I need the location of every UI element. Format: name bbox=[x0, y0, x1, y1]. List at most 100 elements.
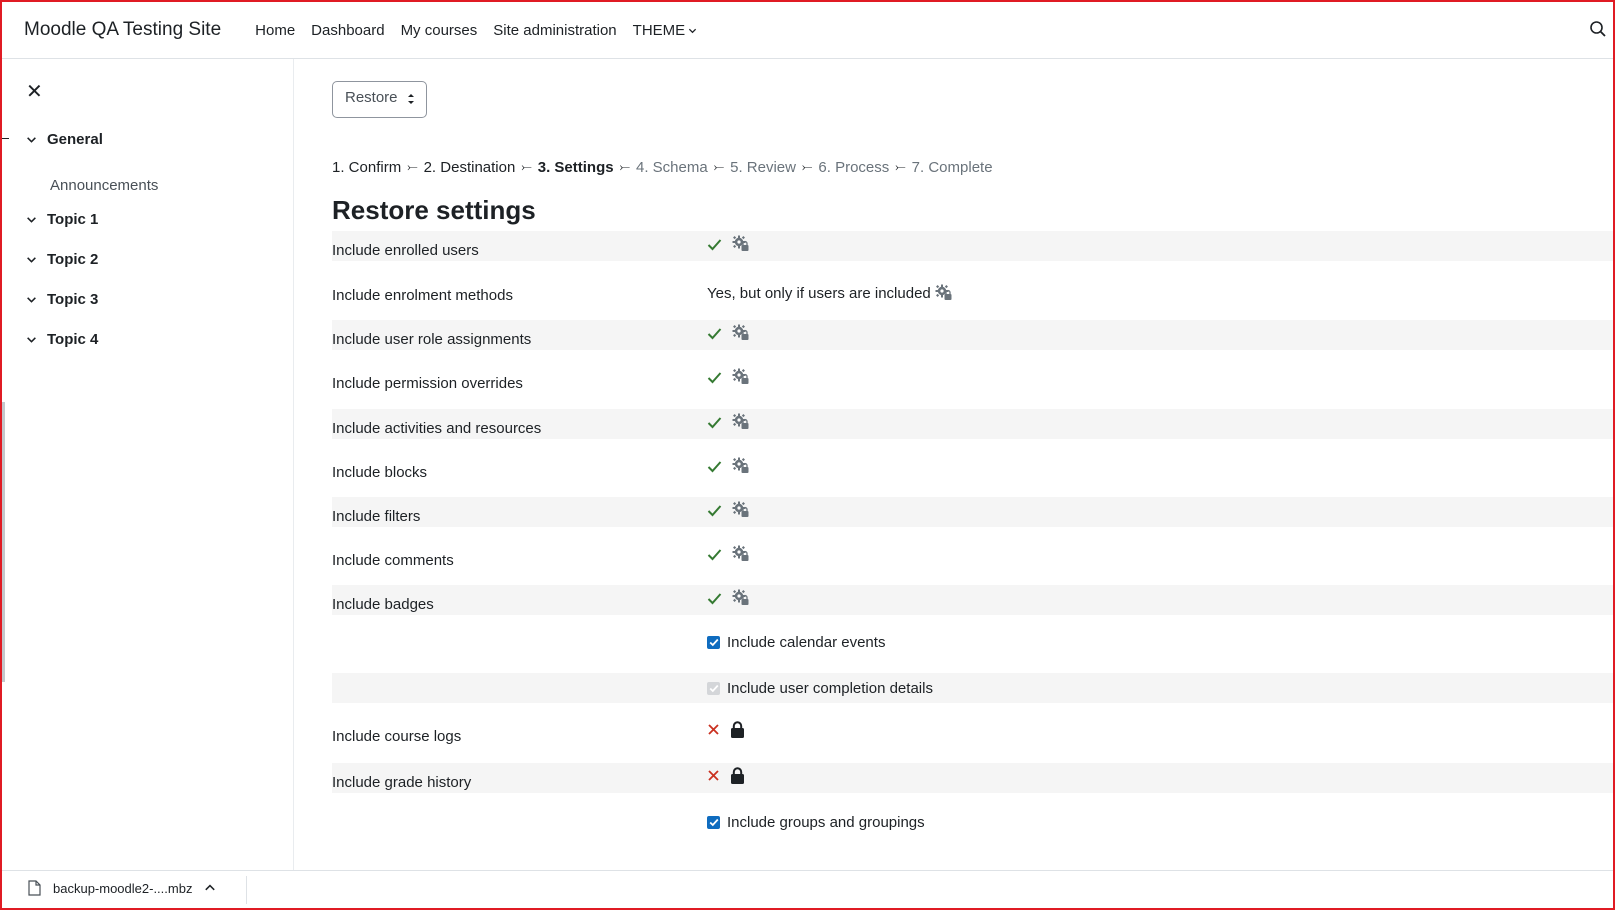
lock-icon bbox=[731, 767, 744, 784]
drawer-scrollbar[interactable] bbox=[2, 402, 5, 682]
locked-gear-icon bbox=[732, 589, 749, 605]
setting-label: Include filters bbox=[332, 508, 421, 525]
search-icon[interactable] bbox=[1589, 20, 1607, 42]
chevron-down-icon bbox=[27, 257, 36, 263]
step-separator-icon: ⤚ bbox=[619, 159, 630, 174]
nav-link-my-courses[interactable]: My courses bbox=[401, 22, 478, 39]
main-content: Restore 1. Confirm ⤚ 2. Destination ⤚ 3. Set… bbox=[294, 59, 1613, 870]
nav-link-site-administration[interactable]: Site administration bbox=[493, 22, 616, 39]
setting-label: Include activities and resources bbox=[332, 420, 542, 437]
download-item[interactable]: backup-moodle2-....mbz bbox=[28, 880, 216, 896]
section-label: Topic 3 bbox=[47, 291, 99, 308]
setting-value: Include user completion details bbox=[707, 680, 933, 697]
top-navbar: Moodle QA Testing Site Home Dashboard My… bbox=[2, 2, 1613, 59]
setting-row: Include course logs bbox=[332, 717, 1613, 747]
download-divider bbox=[246, 876, 247, 904]
restore-progress-steps: 1. Confirm ⤚ 2. Destination ⤚ 3. Settings ⤚ 4.… bbox=[332, 159, 993, 176]
nav-link-home[interactable]: Home bbox=[255, 22, 295, 39]
setting-row: Include blocks bbox=[332, 453, 1613, 483]
section-label: General bbox=[47, 131, 103, 148]
locked-gear-icon bbox=[732, 368, 749, 384]
step-separator-icon: ⤚ bbox=[713, 159, 725, 174]
setting-label: Include enrolled users bbox=[332, 242, 479, 259]
checkbox[interactable] bbox=[707, 816, 720, 829]
locked-gear-icon bbox=[732, 413, 749, 429]
restore-step: 1. Confirm bbox=[332, 159, 402, 176]
select-value: Restore bbox=[345, 89, 398, 106]
section-topic-3[interactable]: Topic 3 bbox=[26, 291, 98, 308]
setting-label: Include user role assignments bbox=[332, 331, 532, 348]
setting-value: Yes, but only if users are included bbox=[707, 284, 953, 302]
locked-gear-icon bbox=[732, 324, 749, 340]
setting-label: Include comments bbox=[332, 552, 454, 569]
setting-value bbox=[707, 413, 750, 431]
checkmark-icon bbox=[709, 684, 718, 693]
setting-value bbox=[707, 501, 750, 519]
cross-icon bbox=[708, 724, 719, 735]
close-icon[interactable]: ✕ bbox=[26, 79, 43, 104]
locked-gear-icon bbox=[732, 457, 749, 473]
checkbox bbox=[707, 682, 720, 695]
chevron-down-icon bbox=[689, 28, 697, 33]
checkbox-label[interactable]: Include groups and groupings bbox=[727, 814, 925, 831]
setting-row: Include groups and groupings bbox=[332, 807, 1613, 837]
primary-navigation: Home Dashboard My courses Site administr… bbox=[255, 22, 713, 39]
step-separator-icon: ⤚ bbox=[521, 159, 532, 174]
step-separator-icon: ⤚ bbox=[801, 159, 813, 174]
setting-row: Include calendar events bbox=[332, 627, 1613, 657]
locked-gear-icon bbox=[732, 545, 749, 561]
nav-theme-label: THEME bbox=[632, 21, 686, 39]
setting-value bbox=[707, 589, 750, 607]
checkbox-label: Include user completion details bbox=[727, 680, 933, 697]
file-icon bbox=[28, 880, 41, 896]
setting-row: Include user role assignments bbox=[332, 320, 1613, 350]
locked-gear-icon bbox=[732, 501, 749, 517]
step-separator-icon: ⤚ bbox=[407, 159, 418, 174]
setting-label: Include enrolment methods bbox=[332, 287, 513, 304]
setting-row: Include comments bbox=[332, 541, 1613, 571]
setting-value bbox=[707, 721, 745, 738]
setting-row: Include permission overrides bbox=[332, 364, 1613, 394]
setting-value bbox=[707, 457, 750, 475]
section-label: Topic 1 bbox=[47, 211, 99, 228]
setting-value: Include calendar events bbox=[707, 634, 885, 651]
nav-theme-dropdown[interactable]: THEME bbox=[633, 22, 698, 39]
restore-step: 3. Settings bbox=[537, 159, 614, 176]
setting-label: Include permission overrides bbox=[332, 375, 523, 392]
section-general[interactable]: General bbox=[26, 131, 103, 148]
checkmark-icon bbox=[709, 818, 718, 827]
section-topic-1[interactable]: Topic 1 bbox=[26, 211, 98, 228]
chevron-up-icon[interactable] bbox=[204, 882, 216, 894]
restore-step: 4. Schema bbox=[636, 159, 708, 176]
setting-row: Include activities and resources bbox=[332, 409, 1613, 439]
setting-value-text: Yes, but only if users are included bbox=[707, 284, 931, 302]
select-arrows-icon bbox=[408, 94, 414, 104]
section-topic-2[interactable]: Topic 2 bbox=[26, 251, 98, 268]
setting-value bbox=[707, 235, 750, 253]
page-title: Restore settings bbox=[332, 195, 536, 225]
check-icon bbox=[707, 460, 722, 472]
nav-link-dashboard[interactable]: Dashboard bbox=[311, 22, 384, 39]
download-file-name: backup-moodle2-....mbz bbox=[53, 880, 193, 896]
section-topic-4[interactable]: Topic 4 bbox=[26, 331, 98, 348]
restore-step: 2. Destination bbox=[423, 159, 516, 176]
check-icon bbox=[707, 238, 722, 250]
site-brand[interactable]: Moodle QA Testing Site bbox=[24, 19, 221, 41]
backup-action-select[interactable]: Restore bbox=[332, 81, 427, 118]
chevron-down-icon bbox=[27, 217, 36, 223]
check-icon bbox=[707, 592, 722, 604]
check-icon bbox=[707, 371, 722, 383]
checkbox-label[interactable]: Include calendar events bbox=[727, 634, 885, 651]
sidebar-item-announcements[interactable]: Announcements bbox=[50, 177, 158, 194]
check-icon bbox=[707, 548, 722, 560]
setting-row: Include badges bbox=[332, 585, 1613, 615]
checkbox[interactable] bbox=[707, 636, 720, 649]
chevron-down-icon bbox=[27, 137, 36, 143]
locked-gear-icon bbox=[732, 235, 749, 251]
step-separator-icon: ⤚ bbox=[895, 159, 906, 174]
restore-step: 5. Review bbox=[730, 159, 796, 176]
lock-icon bbox=[731, 721, 744, 738]
chevron-down-icon bbox=[27, 297, 36, 303]
cross-icon bbox=[708, 770, 719, 781]
setting-value: Include groups and groupings bbox=[707, 814, 925, 831]
